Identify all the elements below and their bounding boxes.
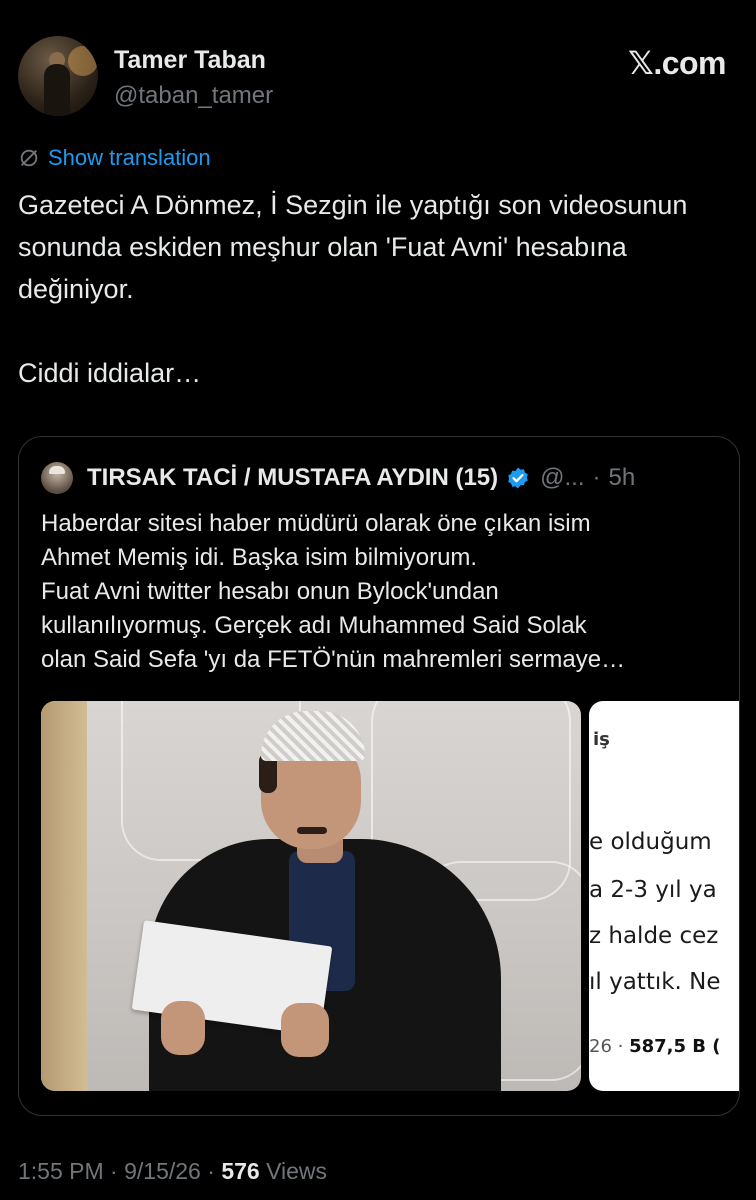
media-text-line: z halde cez xyxy=(589,923,719,949)
tweet-text: Gazeteci A Dönmez, İ Sezgin ile yaptığı … xyxy=(18,190,688,388)
tweet-header: Tamer Taban @taban_tamer 𝕏.com xyxy=(0,0,756,130)
quoted-separator: · xyxy=(592,464,601,491)
show-translation-button[interactable]: Show translation xyxy=(18,143,211,173)
x-logo: 𝕏.com xyxy=(628,45,726,81)
media-meta-count: 587,5 B ( xyxy=(629,1036,721,1057)
media-text-line: ıl yattık. Ne xyxy=(589,969,721,995)
quoted-timestamp: 5h xyxy=(608,464,636,491)
author-avatar[interactable] xyxy=(18,36,98,116)
media-text-line: e olduğum xyxy=(589,829,712,855)
views-count: 576 xyxy=(221,1158,260,1184)
media-text-top: iş xyxy=(593,729,610,750)
post-date[interactable]: 9/15/26 xyxy=(124,1158,201,1184)
quoted-header: TIRSAK TACİ / MUSTAFA AYDIN (15) @... · … xyxy=(41,461,635,495)
person-hand-right xyxy=(281,1003,329,1057)
quoted-tweet[interactable]: TIRSAK TACİ / MUSTAFA AYDIN (15) @... · … xyxy=(18,436,740,1116)
quoted-avatar xyxy=(41,462,73,494)
avatar-figure xyxy=(44,64,70,116)
quoted-media-screenshot[interactable]: iş e olduğum a 2-3 yıl ya z halde cez ıl… xyxy=(589,701,739,1091)
quoted-text: Haberdar sitesi haber müdürü olarak öne … xyxy=(41,510,626,673)
curtain xyxy=(41,701,87,1091)
views-label: Views xyxy=(259,1158,328,1184)
tweet-footer: 1:55 PM · 9/15/26 · 576 Views xyxy=(18,1158,327,1185)
quoted-media-photo[interactable] xyxy=(41,701,581,1091)
verified-badge-icon xyxy=(508,467,528,489)
globe-slash-icon xyxy=(20,149,38,167)
quoted-author-handle: @... xyxy=(540,464,585,491)
post-time[interactable]: 1:55 PM xyxy=(18,1158,104,1184)
person-hand-left xyxy=(161,1001,205,1055)
footer-separator: · xyxy=(200,1158,222,1184)
media-meta: 26 · 587,5 B ( xyxy=(589,1036,721,1057)
media-meta-prefix: 26 · xyxy=(589,1036,630,1057)
avatar-light xyxy=(68,46,98,76)
footer-separator: · xyxy=(103,1158,125,1184)
quoted-author-name: TIRSAK TACİ / MUSTAFA AYDIN (15) xyxy=(87,464,499,491)
author-name[interactable]: Tamer Taban xyxy=(114,46,266,75)
show-translation-label: Show translation xyxy=(48,145,211,170)
author-handle[interactable]: @taban_tamer xyxy=(114,82,273,110)
media-text-line: a 2-3 yıl ya xyxy=(589,877,717,903)
person-mustache xyxy=(297,827,327,834)
